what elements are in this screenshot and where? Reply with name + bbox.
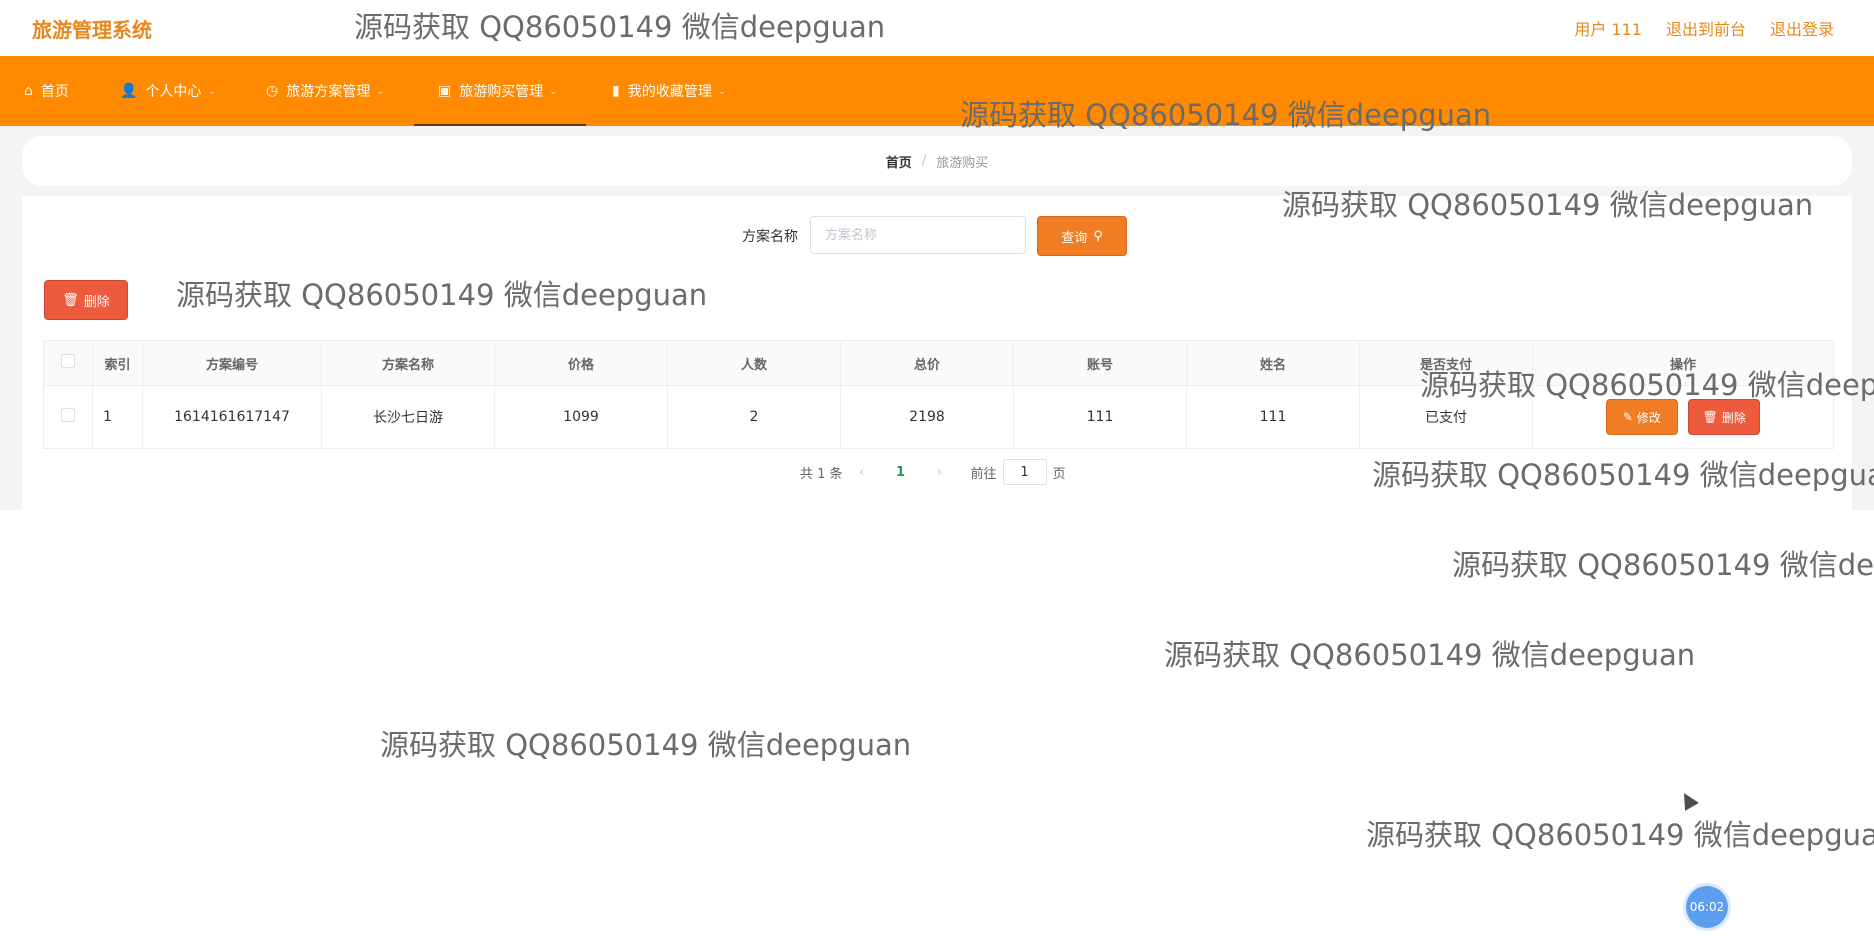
pagination: 共 1 条 ‹ 1 › 前往 页 bbox=[800, 459, 1066, 485]
watermark-text: 源码获取 QQ86050149 微信deepguan bbox=[1164, 638, 1696, 672]
select-all-checkbox[interactable] bbox=[61, 354, 75, 368]
page-number-current[interactable]: 1 bbox=[881, 465, 921, 480]
cell-plan-name: 长沙七日游 bbox=[321, 385, 495, 449]
column-header: 是否支付 bbox=[1359, 340, 1533, 386]
cell-paid-status: 已支付 bbox=[1359, 385, 1533, 449]
cell-realname: 111 bbox=[1186, 385, 1360, 449]
table-header-row: 索引 方案编号 方案名称 价格 人数 总价 账号 姓名 是否支付 操作 bbox=[43, 340, 1834, 386]
exit-to-front-link[interactable]: 退出到前台 bbox=[1666, 16, 1746, 40]
breadcrumb-separator: / bbox=[921, 153, 927, 169]
nav-item-label: 我的收藏管理 bbox=[627, 84, 712, 100]
breadcrumb-home[interactable]: 首页 bbox=[886, 152, 912, 171]
nav-item-personal-center[interactable]: 👤 个人中心 ⌄ bbox=[120, 56, 216, 126]
cell-operations: ✎ 修改 🗑 删除 bbox=[1532, 385, 1834, 449]
breadcrumb: 首页 / 旅游购买 bbox=[22, 136, 1852, 186]
pager-total: 共 1 条 bbox=[800, 466, 843, 482]
chevron-down-icon: ⌄ bbox=[717, 85, 727, 97]
nav-item-travel-purchase[interactable]: ▣ 旅游购买管理 ⌄ bbox=[414, 56, 586, 126]
search-button[interactable]: 查询 ⚲ bbox=[1037, 216, 1127, 256]
delete-button[interactable]: 🗑 删除 bbox=[1688, 399, 1761, 435]
watermark-text: 源码获取 QQ86050149 微信deepguan bbox=[380, 728, 912, 762]
clock-icon: ◷ bbox=[266, 83, 279, 99]
next-page-button[interactable]: › bbox=[921, 465, 959, 480]
page-jump-input[interactable] bbox=[1002, 459, 1047, 485]
search-form: 方案名称 查询 ⚲ bbox=[22, 216, 1852, 256]
cell-price: 1099 bbox=[494, 385, 668, 449]
nav-item-label: 首页 bbox=[40, 84, 69, 100]
clock-badge[interactable]: 06:02 bbox=[1686, 886, 1728, 928]
pager-page-suffix: 页 bbox=[1052, 466, 1066, 482]
column-header: 操作 bbox=[1532, 340, 1834, 386]
delete-button-label: 删除 bbox=[1721, 410, 1746, 425]
column-header: 索引 bbox=[92, 340, 143, 386]
edit-button-label: 修改 bbox=[1636, 410, 1661, 425]
batch-delete-button[interactable]: 🗑 删除 bbox=[44, 280, 128, 320]
cell-index: 1 bbox=[92, 385, 143, 449]
prev-page-button[interactable]: ‹ bbox=[843, 465, 881, 480]
cell-total: 2198 bbox=[840, 385, 1014, 449]
user-icon: 👤 bbox=[120, 83, 138, 99]
nav-item-label: 旅游方案管理 bbox=[286, 84, 371, 100]
shop-icon: ▣ bbox=[438, 83, 452, 99]
cell-plan-code: 1614161617147 bbox=[142, 385, 322, 449]
column-header: 人数 bbox=[667, 340, 841, 386]
mouse-cursor-icon bbox=[1677, 789, 1699, 811]
nav-item-favorites[interactable]: ▮ 我的收藏管理 ⌄ bbox=[612, 56, 726, 126]
nav-item-home[interactable]: ⌂ 首页 bbox=[24, 56, 69, 126]
table-row: 1 1614161617147 长沙七日游 1099 2 2198 111 11… bbox=[43, 385, 1834, 449]
batch-delete-label: 删除 bbox=[83, 294, 110, 310]
watermark-text: 源码获取 QQ86050149 微信deepguan bbox=[1452, 548, 1874, 582]
nav-item-label: 旅游购买管理 bbox=[459, 84, 544, 100]
column-header: 总价 bbox=[840, 340, 1014, 386]
row-checkbox[interactable] bbox=[61, 408, 75, 422]
search-button-label: 查询 bbox=[1061, 230, 1088, 246]
column-header: 价格 bbox=[494, 340, 668, 386]
select-all-cell bbox=[43, 340, 93, 386]
main-nav: ⌂ 首页 👤 个人中心 ⌄ ◷ 旅游方案管理 ⌄ ▣ 旅游购买管理 ⌄ ▮ 我的… bbox=[0, 56, 1874, 126]
logout-link[interactable]: 退出登录 bbox=[1770, 16, 1834, 40]
column-header: 方案名称 bbox=[321, 340, 495, 386]
top-header: 旅游管理系统 用户 111 退出到前台 退出登录 bbox=[0, 0, 1874, 56]
trash-icon: 🗑 bbox=[1702, 410, 1718, 424]
column-header: 方案编号 bbox=[142, 340, 322, 386]
cell-people: 2 bbox=[667, 385, 841, 449]
watermark-text: 源码获取 QQ86050149 微信deepguan bbox=[1366, 818, 1874, 852]
nav-item-label: 个人中心 bbox=[145, 84, 202, 100]
search-icon: ⚲ bbox=[1093, 228, 1103, 244]
chevron-down-icon: ⌄ bbox=[207, 85, 216, 97]
column-header: 账号 bbox=[1013, 340, 1187, 386]
cell-account: 111 bbox=[1013, 385, 1187, 449]
nav-item-travel-plan[interactable]: ◷ 旅游方案管理 ⌄ bbox=[266, 56, 385, 126]
edit-button[interactable]: ✎ 修改 bbox=[1605, 399, 1678, 435]
plan-name-search-input[interactable] bbox=[810, 216, 1026, 254]
search-label: 方案名称 bbox=[742, 229, 798, 245]
content-area: 首页 / 旅游购买 方案名称 查询 ⚲ 🗑 删除 bbox=[0, 126, 1874, 510]
chevron-down-icon: ⌄ bbox=[549, 85, 558, 97]
main-card: 方案名称 查询 ⚲ 🗑 删除 索引 方案编号 方案名称 bbox=[22, 196, 1852, 510]
chart-icon: ▮ bbox=[612, 83, 620, 99]
row-select-cell bbox=[43, 385, 93, 449]
purchase-table: 索引 方案编号 方案名称 价格 人数 总价 账号 姓名 是否支付 操作 1 16… bbox=[43, 340, 1834, 449]
app-title: 旅游管理系统 bbox=[32, 18, 152, 42]
user-name-link[interactable]: 用户 111 bbox=[1574, 16, 1642, 40]
header-links: 用户 111 退出到前台 退出登录 bbox=[1574, 16, 1834, 40]
home-icon: ⌂ bbox=[24, 83, 33, 99]
pager-goto-label: 前往 bbox=[970, 466, 997, 482]
trash-icon: 🗑 bbox=[62, 292, 79, 308]
chevron-down-icon: ⌄ bbox=[376, 85, 385, 97]
breadcrumb-current: 旅游购买 bbox=[936, 155, 989, 171]
edit-icon: ✎ bbox=[1622, 410, 1633, 424]
column-header: 姓名 bbox=[1186, 340, 1360, 386]
